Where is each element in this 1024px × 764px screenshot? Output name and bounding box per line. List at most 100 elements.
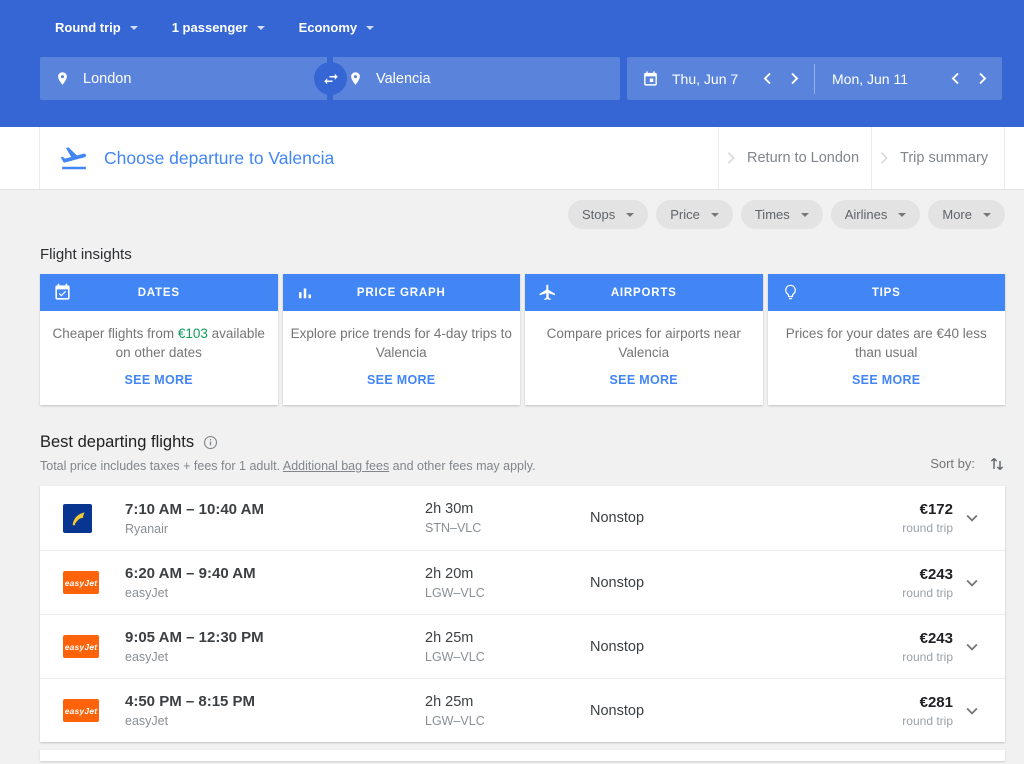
flight-insights-heading: Flight insights [40, 246, 1005, 263]
insight-card-airports-text: Compare prices for airports near Valenci… [525, 311, 763, 362]
bag-fees-link[interactable]: Additional bag fees [283, 459, 389, 473]
dates-field: Thu, Jun 7 Mon, Jun 11 [627, 57, 1002, 100]
depart-date-section[interactable]: Thu, Jun 7 [627, 57, 814, 100]
filter-times-button[interactable]: Times [741, 200, 823, 229]
insight-card-airports-header[interactable]: AIRPORTS [525, 274, 763, 311]
filter-more-button[interactable]: More [928, 200, 1005, 229]
flight-times-cell: 6:20 AM – 9:40 AM easyJet [125, 565, 425, 600]
chevron-down-icon [366, 26, 374, 30]
best-flights-title: Best departing flights [40, 433, 194, 452]
chevron-down-icon [801, 213, 809, 217]
step-trip-summary[interactable]: Trip summary [871, 127, 1004, 189]
passengers-dropdown[interactable]: 1 passenger [172, 20, 265, 35]
lightbulb-icon [781, 283, 800, 302]
flight-price-note: round trip [790, 521, 953, 535]
flight-row[interactable]: easyJet 9:05 AM – 12:30 PM easyJet 2h 25… [40, 614, 1005, 678]
airline-name: easyJet [125, 586, 425, 600]
chevron-right-icon [875, 149, 893, 167]
chevron-down-icon [898, 213, 906, 217]
depart-date-value: Thu, Jun 7 [672, 71, 738, 87]
return-date-value: Mon, Jun 11 [832, 71, 908, 87]
expand-flight-button[interactable] [961, 700, 983, 722]
airline-logo: easyJet [63, 635, 125, 658]
best-flights-header-left: Best departing flights Total price inclu… [40, 433, 536, 473]
expand-flight-button[interactable] [961, 507, 983, 529]
calendar-icon [642, 70, 659, 87]
airplane-icon [538, 283, 557, 302]
chevron-down-icon [983, 213, 991, 217]
filter-airlines-label: Airlines [845, 207, 888, 222]
flight-route: LGW–VLC [425, 650, 590, 664]
easyjet-logo-icon: easyJet [63, 635, 99, 658]
flight-times: 6:20 AM – 9:40 AM [125, 565, 425, 582]
filter-price-button[interactable]: Price [656, 200, 733, 229]
step-return[interactable]: Return to London [718, 127, 871, 189]
depart-date-next-button[interactable] [788, 70, 801, 87]
trip-type-label: Round trip [55, 20, 121, 35]
insight-card-airports: AIRPORTS Compare prices for airports nea… [525, 274, 763, 405]
expand-flight-button[interactable] [961, 572, 983, 594]
return-date-section[interactable]: Mon, Jun 11 [815, 57, 1002, 100]
insight-card-airports-label: AIRPORTS [611, 287, 677, 299]
flight-price: €243 [790, 566, 953, 583]
filter-airlines-button[interactable]: Airlines [831, 200, 921, 229]
expand-flight-button[interactable] [961, 636, 983, 658]
destination-field[interactable]: Valencia [333, 57, 620, 100]
flight-stops: Nonstop [590, 639, 790, 655]
return-date-next-button[interactable] [976, 70, 989, 87]
tips-see-more-button[interactable]: SEE MORE [768, 373, 1006, 387]
trip-type-dropdown[interactable]: Round trip [55, 20, 138, 35]
easyjet-logo-icon: easyJet [63, 699, 99, 722]
return-date-prev-button[interactable] [949, 70, 962, 87]
flight-route: STN–VLC [425, 521, 590, 535]
dates-see-more-button[interactable]: SEE MORE [40, 373, 278, 387]
price-disclaimer: Total price includes taxes + fees for 1 … [40, 459, 536, 473]
flight-price-cell: €281 round trip [790, 694, 953, 728]
flight-takeoff-icon [59, 143, 89, 173]
insight-card-tips: TIPS Prices for your dates are €40 less … [768, 274, 1006, 405]
airline-logo: easyJet [63, 571, 125, 594]
filter-stops-button[interactable]: Stops [568, 200, 648, 229]
flight-row[interactable]: 7:10 AM – 10:40 AM Ryanair 2h 30m STN–VL… [40, 486, 1005, 550]
flight-route: LGW–VLC [425, 586, 590, 600]
info-icon[interactable] [203, 435, 218, 450]
flight-price-cell: €172 round trip [790, 501, 953, 535]
disclaimer-text-before: Total price includes taxes + fees for 1 … [40, 459, 283, 473]
origin-field[interactable]: London [40, 57, 327, 100]
dates-text-before: Cheaper flights from [53, 326, 178, 341]
dates-price-highlight: €103 [178, 326, 208, 341]
insight-card-price-graph-header[interactable]: PRICE GRAPH [283, 274, 521, 311]
insight-card-dates: DATES Cheaper flights from €103 availabl… [40, 274, 278, 405]
price-graph-see-more-button[interactable]: SEE MORE [283, 373, 521, 387]
bar-chart-icon [296, 284, 314, 302]
airports-see-more-button[interactable]: SEE MORE [525, 373, 763, 387]
insight-card-tips-header[interactable]: TIPS [768, 274, 1006, 311]
insight-card-price-graph: PRICE GRAPH Explore price trends for 4-d… [283, 274, 521, 405]
swap-locations-button[interactable] [314, 62, 347, 95]
flight-row[interactable]: easyJet 4:50 PM – 8:15 PM easyJet 2h 25m… [40, 678, 1005, 742]
depart-date-prev-button[interactable] [761, 70, 774, 87]
cabin-class-dropdown[interactable]: Economy [299, 20, 375, 35]
flight-times: 9:05 AM – 12:30 PM [125, 629, 425, 646]
best-flights-header: Best departing flights Total price inclu… [40, 433, 1005, 473]
flight-duration: 2h 30m [425, 501, 590, 517]
flight-duration: 2h 25m [425, 630, 590, 646]
insight-card-dates-header[interactable]: DATES [40, 274, 278, 311]
flight-times-cell: 4:50 PM – 8:15 PM easyJet [125, 693, 425, 728]
results-content: Stops Price Times Airlines More Flight i… [0, 200, 1024, 761]
flight-row[interactable]: easyJet 6:20 AM – 9:40 AM easyJet 2h 20m… [40, 550, 1005, 614]
flight-duration-cell: 2h 30m STN–VLC [425, 501, 590, 535]
location-pin-icon [348, 71, 363, 86]
chevron-right-icon [722, 149, 740, 167]
step-choose-departure: Choose departure to Valencia [40, 127, 718, 189]
insight-card-tips-label: TIPS [872, 287, 901, 299]
sort-by-label: Sort by: [930, 456, 975, 471]
destination-value: Valencia [376, 71, 431, 87]
insight-cards: DATES Cheaper flights from €103 availabl… [40, 274, 1005, 405]
airline-name: Ryanair [125, 522, 425, 536]
flight-duration-cell: 2h 25m LGW–VLC [425, 694, 590, 728]
sort-button[interactable] [989, 455, 1005, 472]
disclaimer-text-after: and other fees may apply. [389, 459, 535, 473]
next-flights-card-top [40, 750, 1005, 761]
sort-arrows-icon [989, 455, 1005, 472]
